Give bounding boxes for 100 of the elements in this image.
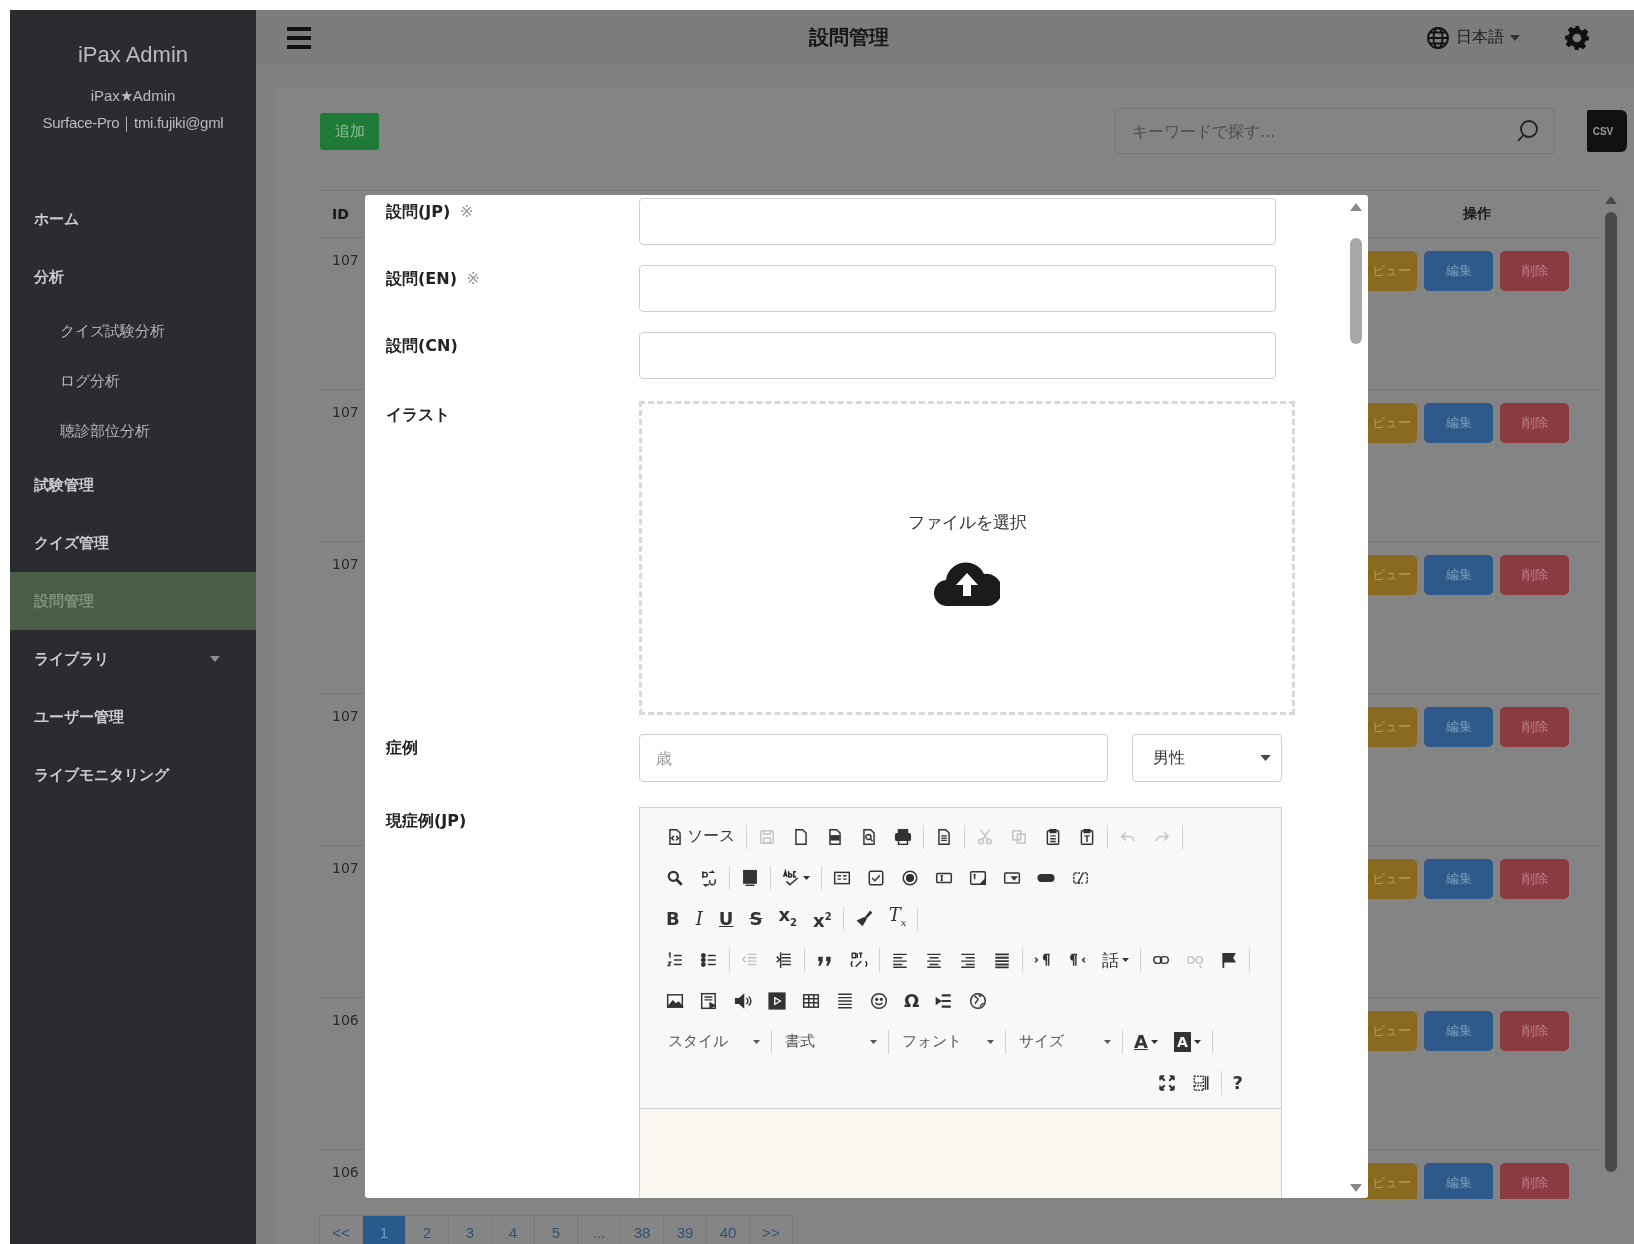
sidebar-subitem[interactable]: クイズ試験分析 bbox=[10, 306, 256, 356]
style-dropdown[interactable]: スタイル bbox=[658, 1027, 768, 1056]
field-label: 設問(JP) ※ bbox=[386, 201, 475, 223]
format-dropdown[interactable]: 書式 bbox=[775, 1027, 885, 1056]
text-input-field[interactable] bbox=[639, 198, 1276, 245]
page-magnifier-icon[interactable] bbox=[860, 827, 878, 846]
file-drop-zone[interactable]: ファイルを選択 bbox=[639, 401, 1295, 715]
edit-button[interactable]: 編集 bbox=[1424, 1163, 1493, 1199]
user-device: Surface-Pro｜tmi.fujiki@gml bbox=[42, 113, 224, 133]
text-color-menu[interactable]: A bbox=[1126, 1027, 1166, 1056]
caret-icon bbox=[1122, 957, 1129, 962]
background-color-menu[interactable]: A bbox=[1165, 1027, 1209, 1056]
column-header: ID bbox=[332, 206, 349, 222]
scrollbar-thumb[interactable] bbox=[1350, 238, 1362, 344]
italic-button[interactable]: I bbox=[687, 904, 711, 933]
add-button[interactable]: 追加 bbox=[320, 112, 379, 150]
edit-button[interactable]: 編集 bbox=[1424, 251, 1493, 291]
speaker-icon[interactable] bbox=[734, 991, 752, 1010]
textarea-icon[interactable] bbox=[969, 868, 987, 887]
flag-icon[interactable] bbox=[1220, 950, 1238, 969]
smiley-icon[interactable] bbox=[870, 991, 888, 1010]
delete-button[interactable]: 削除 bbox=[1500, 859, 1569, 899]
strikethrough-button[interactable]: S bbox=[741, 904, 771, 933]
subscript-button[interactable]: x$_{2}$ bbox=[770, 904, 806, 933]
clipboard-text-icon[interactable] bbox=[1078, 827, 1096, 846]
special-character-button[interactable]: Ω bbox=[896, 986, 928, 1015]
edit-button[interactable]: 編集 bbox=[1424, 555, 1493, 595]
language-selector[interactable]: 日本語 bbox=[1426, 25, 1520, 50]
delete-button[interactable]: 削除 bbox=[1500, 403, 1569, 443]
page-break-icon[interactable] bbox=[935, 991, 954, 1010]
iframe-icon[interactable] bbox=[700, 991, 718, 1010]
id-cell: 107 bbox=[332, 252, 359, 268]
bullet-list-icon[interactable] bbox=[700, 950, 718, 969]
size-dropdown[interactable]: サイズ bbox=[1009, 1027, 1119, 1056]
scrollbar-thumb[interactable] bbox=[1605, 212, 1617, 1172]
div-icon[interactable] bbox=[850, 950, 868, 969]
csv-export-button[interactable]: CSV bbox=[1587, 110, 1627, 152]
edit-button[interactable]: 編集 bbox=[1424, 1011, 1493, 1051]
text-input-field[interactable] bbox=[639, 265, 1276, 312]
delete-button[interactable]: 削除 bbox=[1500, 707, 1569, 747]
maximize-icon[interactable] bbox=[1157, 1073, 1176, 1092]
sidebar-item[interactable]: 分析 bbox=[10, 248, 256, 306]
replace-icon[interactable] bbox=[700, 868, 718, 887]
edit-button[interactable]: 編集 bbox=[1424, 859, 1493, 899]
page-link[interactable]: >> bbox=[749, 1215, 793, 1244]
app-title: iPax Admin bbox=[77, 42, 189, 68]
language-menu[interactable]: 話 bbox=[1094, 945, 1137, 974]
sidebar-item[interactable]: ライブラリ bbox=[10, 630, 256, 688]
scroll-up-arrow-icon[interactable] bbox=[1350, 203, 1362, 211]
sidebar-subitem[interactable]: 聴診部位分析 bbox=[10, 406, 256, 456]
delete-button[interactable]: 削除 bbox=[1500, 1011, 1569, 1051]
delete-button[interactable]: 削除 bbox=[1500, 251, 1569, 291]
search-icon[interactable] bbox=[666, 868, 684, 887]
numbered-list-icon[interactable] bbox=[666, 950, 684, 969]
table-icon[interactable] bbox=[802, 991, 820, 1010]
spellcheck-icon[interactable] bbox=[782, 868, 800, 887]
sidebar-item[interactable]: 試験管理 bbox=[10, 456, 256, 514]
show-blocks-icon[interactable] bbox=[1191, 1073, 1210, 1092]
document-icon[interactable] bbox=[935, 827, 953, 846]
caret-icon bbox=[1260, 755, 1271, 761]
brush-icon[interactable] bbox=[854, 909, 873, 928]
horizontal-rule-icon[interactable] bbox=[836, 991, 854, 1010]
settings-icon[interactable] bbox=[1564, 24, 1590, 51]
underline-button[interactable]: U bbox=[710, 904, 742, 933]
remove-format-button[interactable]: T$_{x}$ bbox=[880, 904, 915, 933]
menu-icon[interactable] bbox=[286, 25, 312, 50]
sidebar-item[interactable]: クイズ管理 bbox=[10, 514, 256, 572]
age-input-field[interactable]: 歳 bbox=[639, 734, 1108, 782]
sidebar-item[interactable]: ユーザー管理 bbox=[10, 688, 256, 746]
sidebar-subitem[interactable]: ログ分析 bbox=[10, 356, 256, 406]
edit-button[interactable]: 編集 bbox=[1424, 707, 1493, 747]
source-code-icon[interactable] bbox=[666, 827, 684, 846]
user-name: iPax★Admin bbox=[90, 86, 176, 106]
sidebar-item[interactable]: ホーム bbox=[10, 190, 256, 248]
help-button[interactable]: ? bbox=[1224, 1068, 1251, 1097]
sidebar-item[interactable]: ライブモニタリング bbox=[10, 746, 256, 804]
sex-select[interactable]: 男性 bbox=[1132, 734, 1282, 782]
image-icon[interactable] bbox=[666, 991, 684, 1010]
delete-button[interactable]: 削除 bbox=[1500, 1163, 1569, 1199]
caret-icon bbox=[210, 656, 220, 662]
blank-page-icon[interactable] bbox=[792, 827, 810, 846]
film-icon[interactable] bbox=[768, 991, 786, 1010]
justify-icon[interactable] bbox=[993, 950, 1011, 969]
edit-button[interactable]: 編集 bbox=[1424, 403, 1493, 443]
scroll-down-arrow-icon[interactable] bbox=[1350, 1184, 1362, 1192]
source-button[interactable]: ソース bbox=[658, 822, 743, 851]
indent-icon[interactable] bbox=[775, 950, 793, 969]
printer-icon[interactable] bbox=[894, 827, 912, 846]
caret-icon bbox=[753, 1039, 760, 1044]
bold-button[interactable]: B bbox=[658, 904, 688, 933]
radio-button-icon[interactable] bbox=[901, 868, 919, 887]
font-dropdown[interactable]: フォント bbox=[892, 1027, 1002, 1056]
superscript-button[interactable]: x$^{2}$ bbox=[805, 904, 840, 933]
checkbox-icon[interactable] bbox=[867, 868, 885, 887]
text-input-field[interactable] bbox=[639, 332, 1276, 379]
page-link[interactable]: << bbox=[319, 1215, 363, 1244]
clipboard-icon[interactable] bbox=[1044, 827, 1062, 846]
delete-button[interactable]: 削除 bbox=[1500, 555, 1569, 595]
page-link[interactable]: 1 bbox=[362, 1215, 406, 1244]
pdf-file-icon[interactable] bbox=[826, 827, 844, 846]
